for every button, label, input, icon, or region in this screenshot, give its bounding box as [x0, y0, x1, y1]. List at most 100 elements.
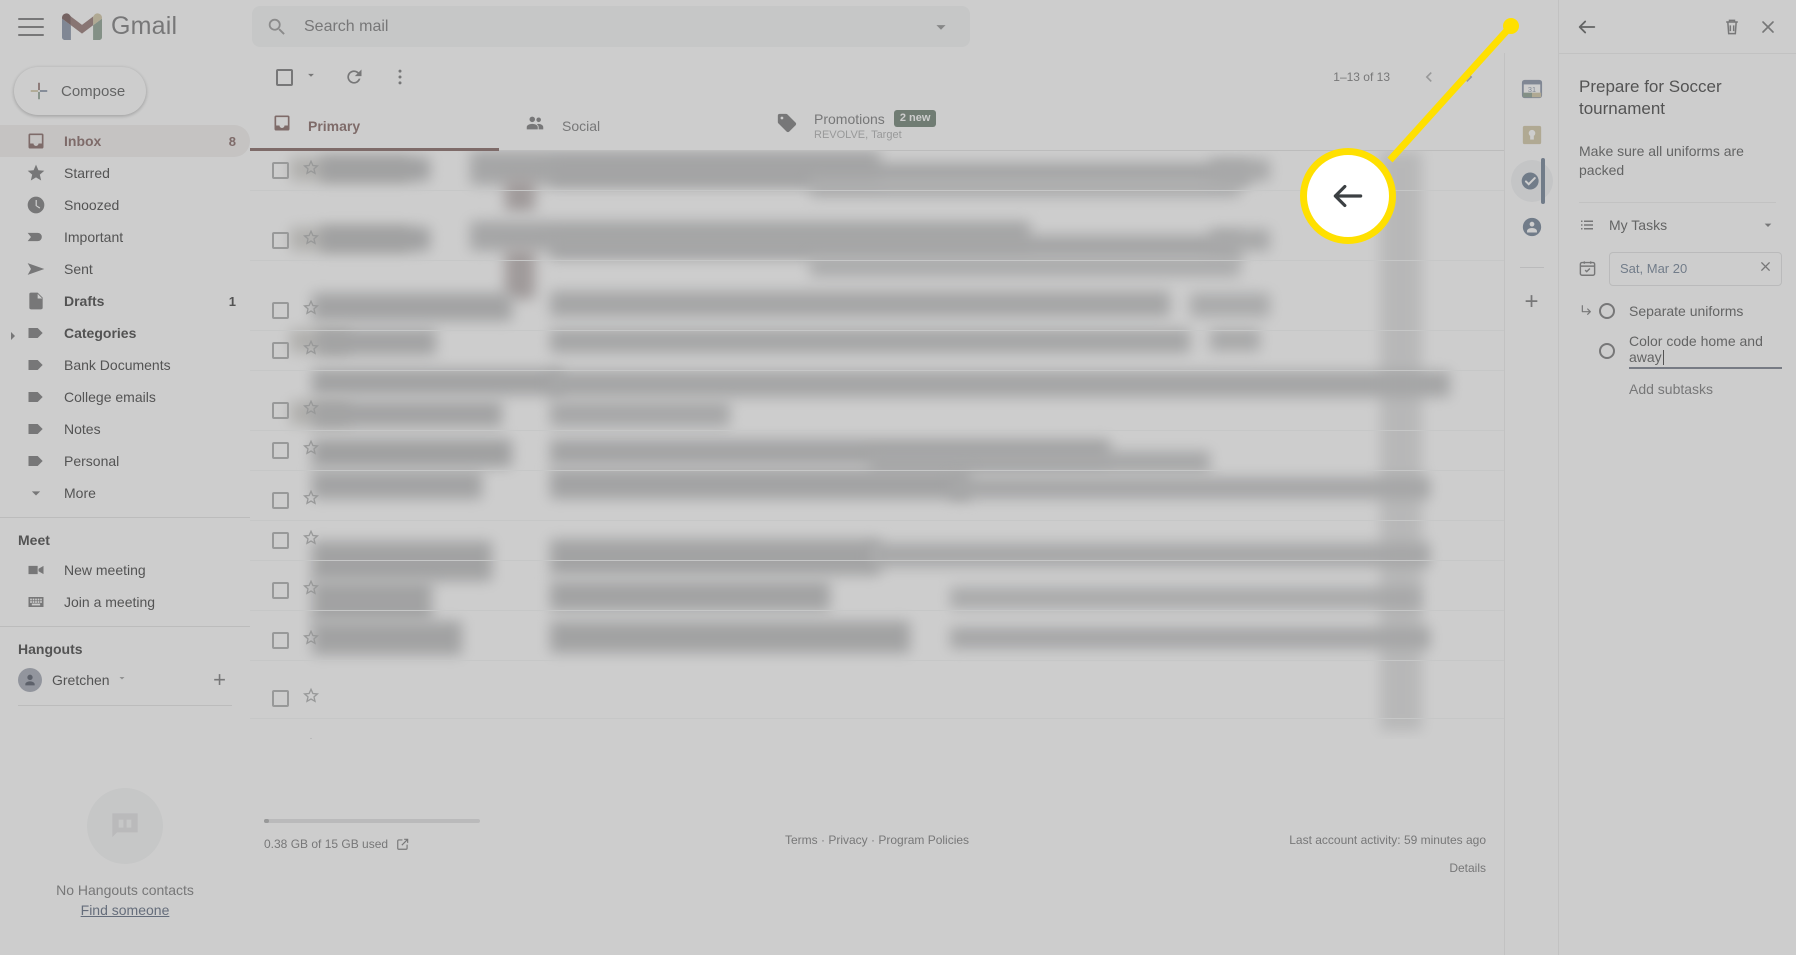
tab-primary[interactable]: Primary: [250, 101, 502, 151]
star-outline-icon[interactable]: [301, 686, 321, 711]
star-outline-icon[interactable]: [301, 528, 321, 553]
star-outline-icon[interactable]: [301, 488, 321, 513]
table-row[interactable]: [250, 571, 1504, 611]
sidebar-item-new-meeting[interactable]: New meeting: [0, 554, 250, 586]
google-calendar-icon[interactable]: 31: [1520, 77, 1544, 101]
star-outline-icon[interactable]: [301, 228, 321, 253]
select-all-chevron-down-icon[interactable]: [304, 68, 318, 87]
table-row[interactable]: [250, 679, 1504, 719]
task-list-select[interactable]: My Tasks: [1609, 217, 1782, 233]
chevron-left-icon[interactable]: [1412, 60, 1446, 94]
sidebar-item-college-emails[interactable]: College emails: [0, 381, 250, 413]
subtask-row[interactable]: Separate uniforms: [1559, 291, 1796, 331]
tab-promotions[interactable]: Promotions 2 new REVOLVE, Target: [754, 101, 1006, 150]
sidebar-item-count: 8: [228, 133, 236, 149]
subtask-row[interactable]: Color code home and away: [1559, 331, 1796, 371]
google-contacts-icon[interactable]: [1520, 215, 1544, 239]
sidebar-item-snoozed[interactable]: Snoozed: [0, 189, 250, 221]
subtask-text-value: Color code home and away: [1629, 332, 1763, 365]
back-button[interactable]: [1569, 9, 1605, 45]
star-outline-icon[interactable]: [301, 158, 321, 183]
find-someone-link[interactable]: Find someone: [0, 902, 250, 918]
table-row[interactable]: [250, 621, 1504, 661]
terms-link[interactable]: Terms: [785, 833, 818, 847]
task-date-row[interactable]: Sat, Mar 20: [1559, 247, 1796, 291]
hamburger-icon[interactable]: [18, 17, 44, 36]
row-checkbox[interactable]: [272, 342, 289, 359]
sidebar-item-label: Personal: [64, 453, 120, 469]
plus-icon: [30, 82, 48, 100]
sidebar-item-more[interactable]: More: [0, 477, 250, 509]
refresh-button[interactable]: [336, 59, 372, 95]
chevron-right-icon[interactable]: [1452, 60, 1486, 94]
task-due-date-field[interactable]: Sat, Mar 20: [1609, 251, 1782, 286]
search-bar[interactable]: [252, 6, 970, 47]
star-outline-icon[interactable]: [301, 398, 321, 423]
row-checkbox[interactable]: [272, 690, 289, 707]
program-policies-link[interactable]: Program Policies: [878, 833, 969, 847]
details-link[interactable]: Details: [1289, 861, 1486, 875]
sidebar-item-categories[interactable]: Categories: [0, 317, 250, 349]
star-outline-icon[interactable]: [301, 438, 321, 463]
row-checkbox[interactable]: [272, 402, 289, 419]
google-keep-icon[interactable]: [1520, 123, 1544, 147]
chevron-down-icon[interactable]: [930, 16, 952, 38]
table-row[interactable]: [250, 521, 1504, 561]
search-input[interactable]: [304, 17, 930, 36]
row-checkbox[interactable]: [272, 162, 289, 179]
select-all-checkbox[interactable]: [266, 59, 302, 95]
table-row[interactable]: [250, 391, 1504, 431]
table-row[interactable]: [250, 431, 1504, 471]
delete-task-button[interactable]: [1714, 9, 1750, 45]
add-subtasks-button[interactable]: Add subtasks: [1559, 371, 1796, 397]
clear-date-icon[interactable]: [1758, 259, 1773, 278]
sidebar-item-sent[interactable]: Sent: [0, 253, 250, 285]
star-outline-icon[interactable]: [301, 578, 321, 603]
star-outline-icon[interactable]: [301, 338, 321, 363]
chevron-down-icon[interactable]: [116, 671, 128, 689]
table-row[interactable]: [250, 221, 1504, 261]
keyboard-icon: [26, 592, 46, 612]
hangouts-add-icon[interactable]: +: [213, 667, 226, 693]
sidebar-item-join-meeting[interactable]: Join a meeting: [0, 586, 250, 618]
subtask-checkbox[interactable]: [1599, 342, 1615, 359]
row-checkbox[interactable]: [272, 442, 289, 459]
sidebar-item-important[interactable]: Important: [0, 221, 250, 253]
table-row[interactable]: [250, 729, 1504, 739]
sidebar-item-bank-documents[interactable]: Bank Documents: [0, 349, 250, 381]
table-row[interactable]: [250, 481, 1504, 521]
star-outline-icon[interactable]: [301, 628, 321, 653]
subtask-checkbox[interactable]: [1599, 302, 1615, 319]
table-row[interactable]: [250, 151, 1504, 191]
compose-button[interactable]: Compose: [14, 67, 146, 115]
table-row[interactable]: [250, 291, 1504, 331]
row-checkbox[interactable]: [272, 302, 289, 319]
row-checkbox[interactable]: [272, 632, 289, 649]
sidebar-item-notes[interactable]: Notes: [0, 413, 250, 445]
row-checkbox[interactable]: [272, 532, 289, 549]
tab-social[interactable]: Social: [502, 101, 754, 150]
more-options-button[interactable]: [382, 59, 418, 95]
task-notes-field[interactable]: Make sure all uniforms are packed: [1559, 136, 1796, 202]
pagination-controls: 1–13 of 13: [1333, 60, 1486, 94]
row-checkbox[interactable]: [272, 232, 289, 249]
row-checkbox[interactable]: [272, 492, 289, 509]
task-list-row[interactable]: My Tasks: [1559, 203, 1796, 247]
task-title-field[interactable]: Prepare for Soccer tournament: [1559, 54, 1796, 136]
row-checkbox[interactable]: [272, 582, 289, 599]
google-tasks-icon[interactable]: [1510, 158, 1553, 204]
sidebar-item-starred[interactable]: Starred: [0, 157, 250, 189]
sidebar-item-personal[interactable]: Personal: [0, 445, 250, 477]
close-panel-button[interactable]: [1750, 9, 1786, 45]
star-outline-icon[interactable]: [301, 298, 321, 323]
subtask-text-input[interactable]: Color code home and away: [1629, 333, 1782, 369]
subtask-text[interactable]: Separate uniforms: [1629, 303, 1782, 319]
chevron-right-icon[interactable]: [8, 328, 18, 340]
gmail-logo[interactable]: Gmail: [62, 12, 177, 42]
privacy-link[interactable]: Privacy: [828, 833, 867, 847]
hangouts-user-row[interactable]: Gretchen +: [0, 663, 250, 697]
sidebar-item-drafts[interactable]: Drafts 1: [0, 285, 250, 317]
rail-add-icon[interactable]: +: [1524, 290, 1538, 314]
sidebar-item-inbox[interactable]: Inbox 8: [0, 125, 250, 157]
table-row[interactable]: [250, 331, 1504, 371]
